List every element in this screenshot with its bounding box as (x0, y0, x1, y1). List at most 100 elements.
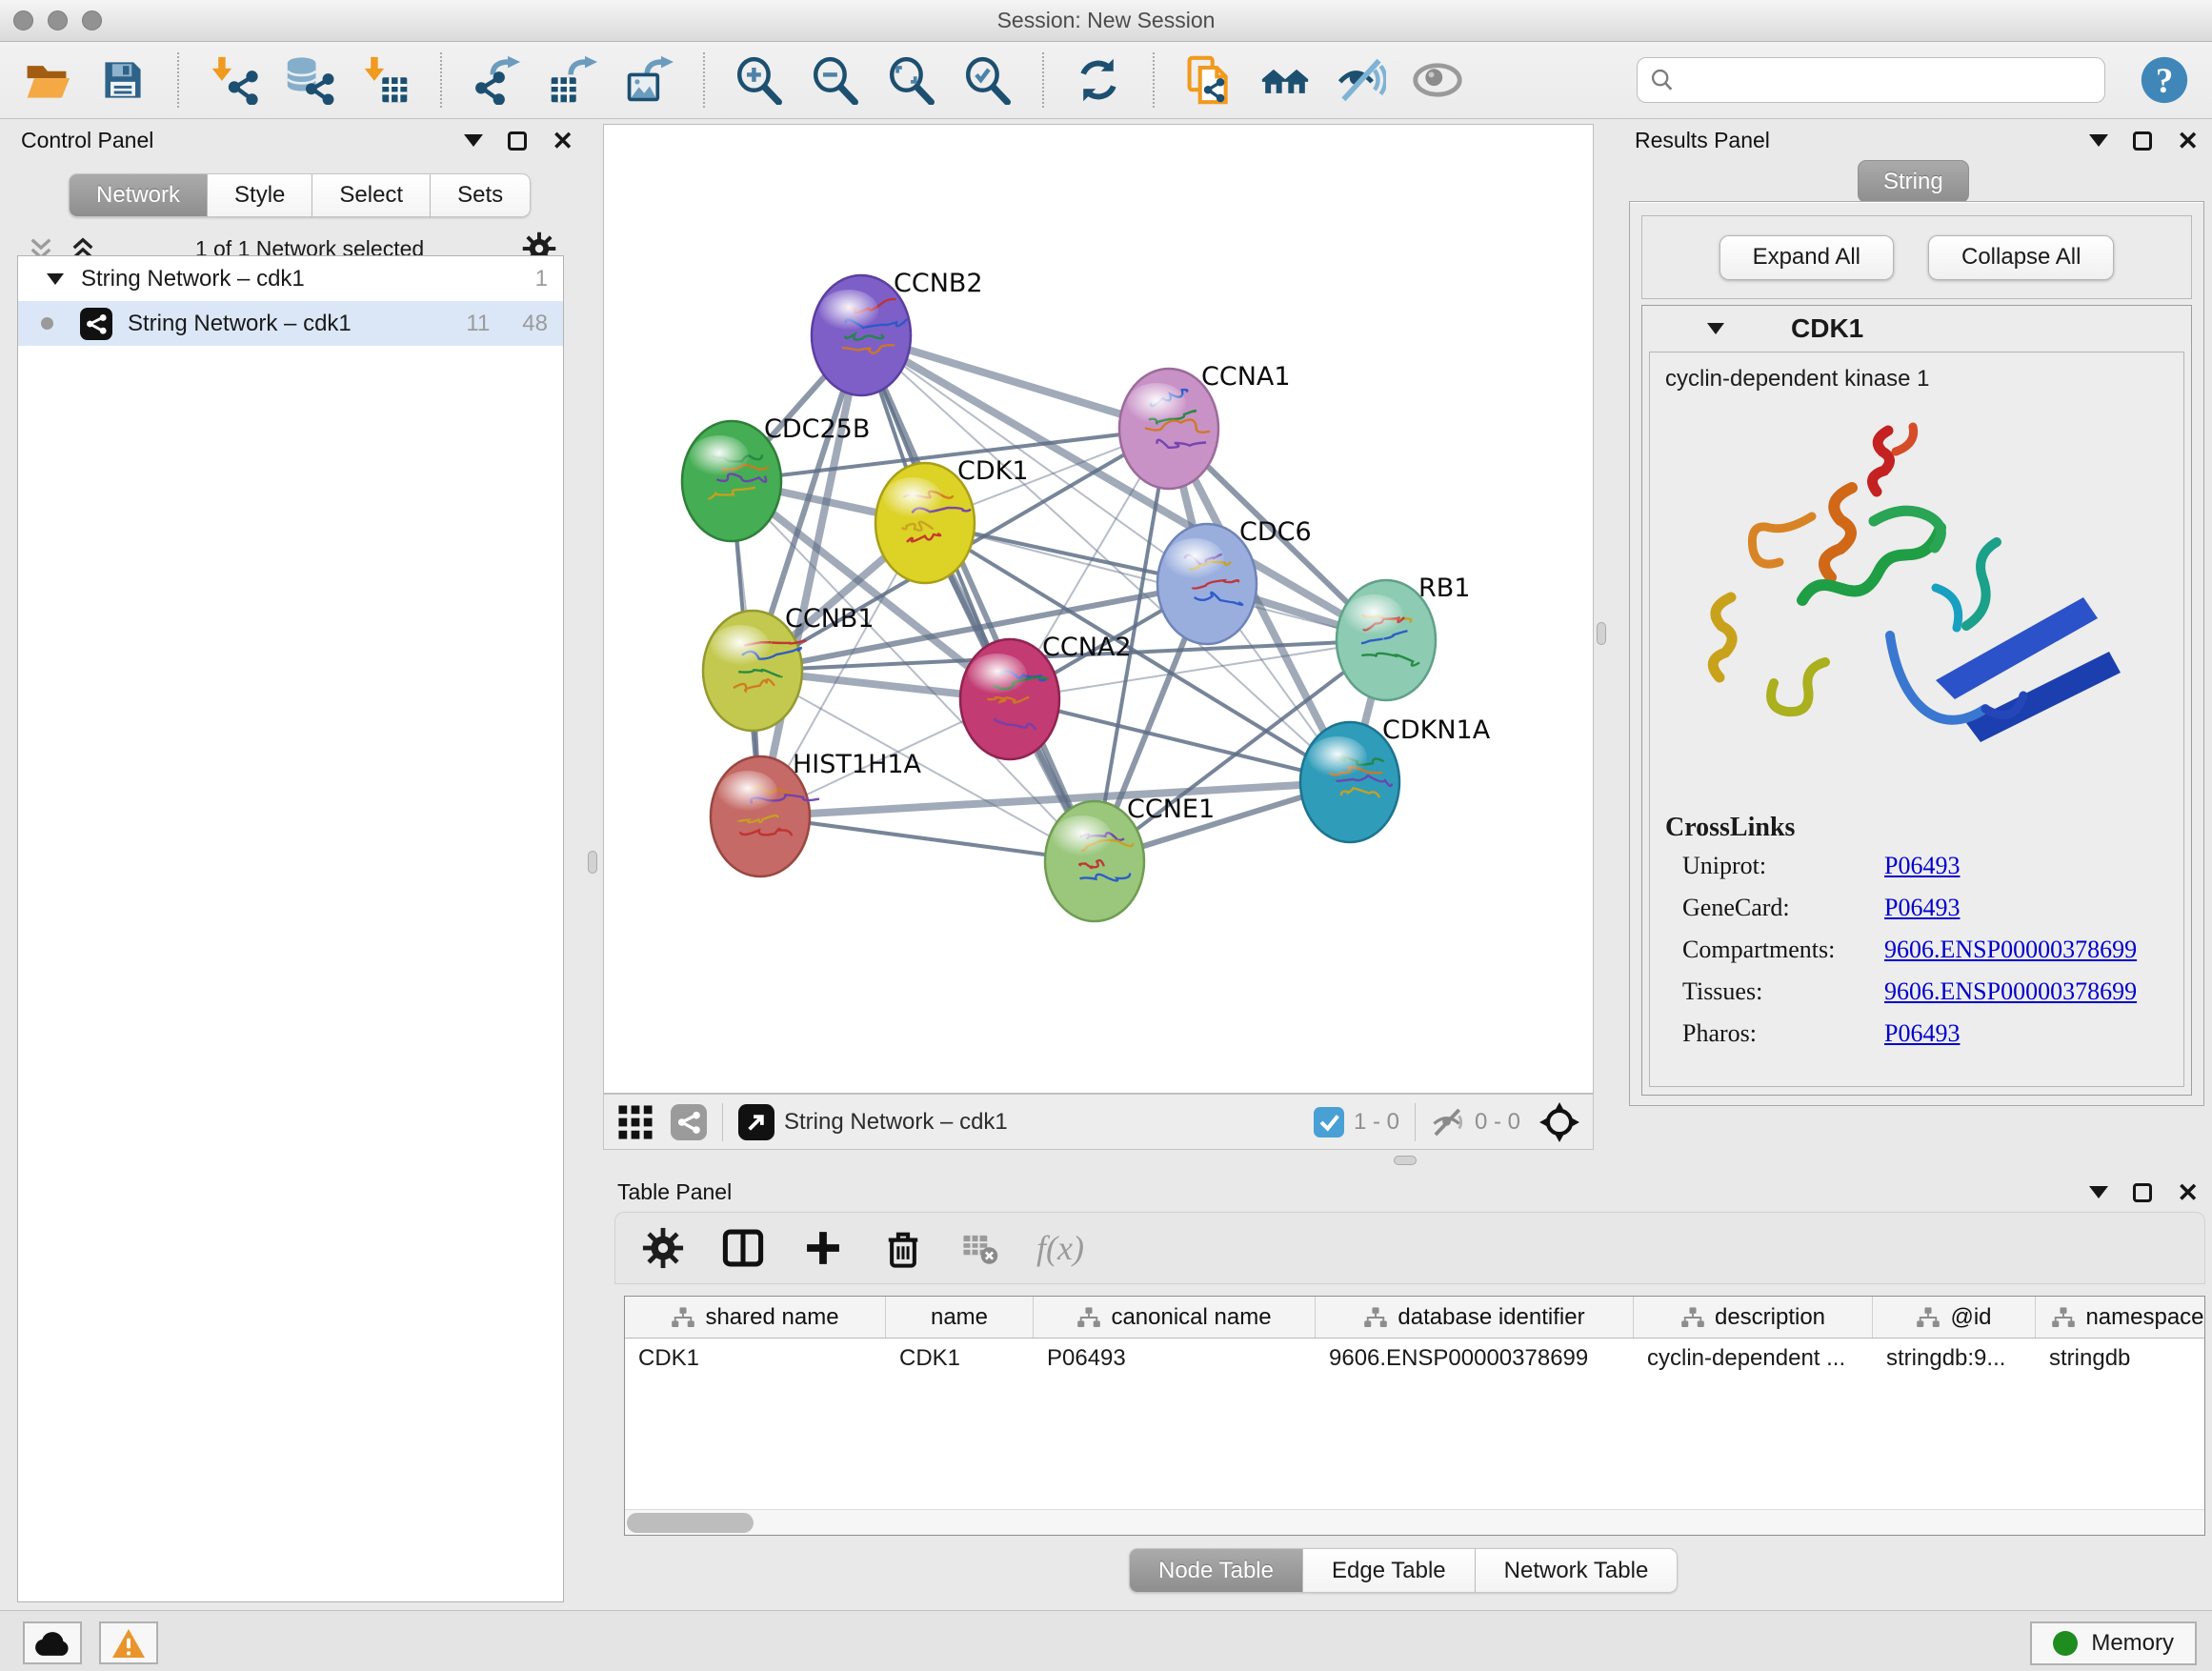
grid-mode-icon[interactable] (617, 1104, 654, 1140)
results-panel-close-button[interactable]: ✕ (2177, 131, 2199, 151)
cloud-status-button[interactable] (23, 1621, 82, 1664)
zoom-out-button[interactable] (806, 50, 865, 110)
tab-style[interactable]: Style (208, 173, 312, 217)
node-label: RB1 (1418, 574, 1470, 603)
scrollbar-thumb[interactable] (627, 1513, 754, 1533)
table-panel-float-button[interactable] (2133, 1183, 2152, 1202)
tab-network-table[interactable]: Network Table (1476, 1548, 1679, 1593)
search-input[interactable] (1683, 68, 2093, 93)
selected-checkbox-icon[interactable] (1314, 1107, 1344, 1137)
crosslink-link[interactable]: 9606.ENSP00000378699 (1884, 936, 2137, 964)
toolbar-separator (1042, 52, 1044, 108)
column-type-icon (1076, 1306, 1101, 1329)
column-header-id[interactable]: @id (1873, 1297, 2036, 1338)
column-header-databaseidentifier[interactable]: database identifier (1316, 1297, 1634, 1338)
zoom-in-icon (734, 55, 784, 105)
right-splitter-handle[interactable] (1597, 622, 1606, 645)
apply-layout-button[interactable] (1069, 50, 1128, 110)
column-type-icon (1680, 1306, 1705, 1329)
node-count: 11 (466, 311, 490, 337)
crosslink-link[interactable]: P06493 (1884, 1019, 1960, 1048)
table-gear-icon[interactable] (642, 1227, 684, 1269)
export-network-icon (472, 55, 521, 105)
memory-button[interactable]: Memory (2030, 1621, 2197, 1665)
table-cell[interactable]: stringdb:9... (1873, 1339, 2036, 1380)
table-panel-collapse-button[interactable] (2089, 1186, 2108, 1198)
table-panel-close-button[interactable]: ✕ (2177, 1183, 2199, 1202)
help-button[interactable]: ? (2140, 55, 2189, 105)
node-gloss (690, 435, 749, 477)
birds-eye-view-button[interactable] (1408, 50, 1467, 110)
show-columns-icon[interactable] (722, 1227, 764, 1269)
table-cell[interactable]: P06493 (1034, 1339, 1316, 1380)
tab-sets[interactable]: Sets (431, 173, 531, 217)
crosslink-link[interactable]: 9606.ENSP00000378699 (1884, 977, 2137, 1006)
network-collection-row[interactable]: String Network – cdk1 1 (18, 256, 563, 301)
zoom-selected-button[interactable] (958, 50, 1017, 110)
duplicate-network-button[interactable] (1179, 50, 1238, 110)
network-row[interactable]: String Network – cdk1 11 48 (18, 301, 563, 346)
tab-edge-table[interactable]: Edge Table (1303, 1548, 1476, 1593)
table-cell[interactable]: stringdb (2036, 1339, 2205, 1380)
section-collapse-icon[interactable] (1707, 323, 1724, 334)
table-horizontal-scrollbar[interactable] (625, 1509, 2204, 1535)
string-results-box: Expand All Collapse All CDK1 cyclin-depe… (1629, 201, 2204, 1106)
control-panel-collapse-button[interactable] (464, 134, 483, 147)
import-network-database-button[interactable] (280, 50, 339, 110)
detach-view-icon[interactable] (738, 1104, 774, 1140)
column-header-sharedname[interactable]: shared name (625, 1297, 886, 1338)
table-cell[interactable]: CDK1 (886, 1339, 1034, 1380)
warning-status-button[interactable] (99, 1621, 158, 1664)
network-view-canvas[interactable]: CCNB2CCNA1CDC25BCDK1CDC6RB1CCNB1CCNA2CDK… (603, 124, 1594, 1094)
tab-string[interactable]: String (1858, 160, 1969, 203)
node-gloss (819, 290, 878, 332)
network-mode-icon[interactable] (671, 1104, 707, 1140)
search-field[interactable] (1637, 57, 2105, 103)
delete-column-icon[interactable] (882, 1227, 924, 1269)
column-type-icon (671, 1306, 695, 1329)
expand-all-button[interactable]: Expand All (1719, 235, 1894, 280)
tree-expand-icon[interactable] (47, 273, 64, 285)
crosshair-icon[interactable] (1539, 1102, 1579, 1142)
node-label: CCNA1 (1201, 362, 1291, 392)
network-label: String Network – cdk1 (128, 311, 352, 337)
nested-networks-button[interactable] (1256, 50, 1315, 110)
zoom-fit-button[interactable] (882, 50, 941, 110)
network-edge[interactable] (861, 335, 1095, 861)
zoom-in-button[interactable] (730, 50, 789, 110)
crosslink-link[interactable]: P06493 (1884, 894, 1960, 922)
graphics-details-button[interactable] (1332, 50, 1391, 110)
import-network-file-button[interactable] (204, 50, 263, 110)
control-panel-float-button[interactable] (508, 131, 527, 151)
control-panel-close-button[interactable]: ✕ (552, 131, 573, 151)
horizontal-splitter-handle[interactable] (1394, 1156, 1417, 1165)
results-panel-float-button[interactable] (2133, 131, 2152, 151)
network-graph[interactable]: CCNB2CCNA1CDC25BCDK1CDC6RB1CCNB1CCNA2CDK… (604, 125, 1593, 1093)
open-session-button[interactable] (17, 50, 76, 110)
refresh-icon (1074, 55, 1123, 105)
column-header-namespace[interactable]: namespace (2036, 1297, 2205, 1338)
export-table-file-button[interactable] (543, 50, 602, 110)
table-row[interactable]: CDK1CDK1P064939606.ENSP00000378699cyclin… (625, 1339, 2204, 1380)
column-header-description[interactable]: description (1634, 1297, 1873, 1338)
table-cell[interactable]: CDK1 (625, 1339, 886, 1380)
tab-network[interactable]: Network (69, 173, 208, 217)
results-panel-collapse-button[interactable] (2089, 134, 2108, 147)
import-table-file-button[interactable] (356, 50, 415, 110)
add-column-icon[interactable] (802, 1227, 844, 1269)
table-cell[interactable]: cyclin-dependent ... (1634, 1339, 1873, 1380)
table-cell[interactable]: 9606.ENSP00000378699 (1316, 1339, 1634, 1380)
left-splitter-handle[interactable] (588, 851, 597, 874)
node-result-header[interactable]: CDK1 (1642, 306, 2191, 352)
column-header-canonicalname[interactable]: canonical name (1034, 1297, 1316, 1338)
crosslink-link[interactable]: P06493 (1884, 852, 1960, 880)
tab-select[interactable]: Select (312, 173, 431, 217)
eye-icon (1413, 55, 1462, 105)
network-edge[interactable] (760, 335, 861, 816)
save-session-button[interactable] (93, 50, 152, 110)
export-network-file-button[interactable] (467, 50, 526, 110)
export-image-button[interactable] (619, 50, 678, 110)
collapse-all-button[interactable]: Collapse All (1928, 235, 2114, 280)
column-header-name[interactable]: name (886, 1297, 1034, 1338)
tab-node-table[interactable]: Node Table (1129, 1548, 1303, 1593)
